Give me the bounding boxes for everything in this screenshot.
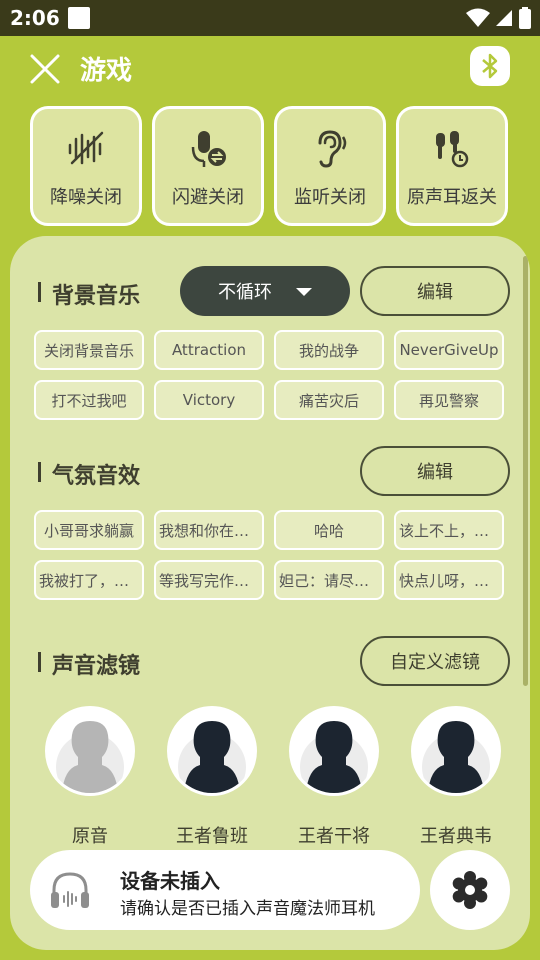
battery-icon (519, 7, 531, 29)
close-icon[interactable] (26, 50, 64, 88)
tile-label: 降噪关闭 (50, 187, 122, 208)
person-silhouette-icon (300, 721, 368, 793)
noise-reduction-tile[interactable]: 降噪关闭 (30, 106, 142, 226)
atmosphere-effect-grid: 小哥哥求躺赢 我想和你在一… 哈哈 该上不上，越… 我被打了，快… 等我写完作业… (34, 510, 506, 600)
bgm-section-title: 背景音乐 (38, 278, 140, 310)
filter-name: 王者典韦 (420, 826, 492, 847)
atmosphere-effect-chip[interactable]: 妲己：请尽情… (274, 560, 384, 600)
monitor-tile[interactable]: 监听关闭 (274, 106, 386, 226)
tile-label: 原声耳返关 (407, 187, 497, 208)
bgm-edit-label: 编辑 (417, 282, 453, 303)
bluetooth-button[interactable] (470, 46, 510, 86)
filter-item[interactable]: 原音 (44, 706, 136, 848)
bluetooth-icon (482, 53, 498, 79)
atmosphere-effect-chip[interactable]: 快点儿呀，我… (394, 560, 504, 600)
person-silhouette-icon (422, 721, 490, 793)
notification-icon (68, 7, 90, 29)
tile-label: 监听关闭 (294, 187, 366, 208)
bgm-track-chip[interactable]: NeverGiveUp (394, 330, 504, 370)
earphone-return-tile[interactable]: 原声耳返关 (396, 106, 508, 226)
atmosphere-edit-button[interactable]: 编辑 (360, 446, 510, 496)
avatar (289, 706, 379, 796)
settings-button[interactable] (430, 850, 510, 930)
main-panel: 背景音乐 不循环 编辑 关闭背景音乐 Attraction 我的战争 Never… (10, 236, 530, 950)
device-status-subtitle: 请确认是否已插入声音魔法师耳机 (120, 899, 375, 919)
chevron-down-icon (296, 288, 312, 296)
earphone-return-icon (436, 131, 469, 168)
bgm-track-chip[interactable]: Attraction (154, 330, 264, 370)
filter-item[interactable]: 王者鲁班 (166, 706, 258, 848)
custom-filter-button[interactable]: 自定义滤镜 (360, 636, 510, 686)
bgm-track-chip[interactable]: 打不过我吧 (34, 380, 144, 420)
filter-name: 王者干将 (298, 826, 370, 847)
status-time: 2:06 (10, 6, 60, 30)
status-bar: 2:06 (0, 0, 540, 36)
avatar (411, 706, 501, 796)
filter-item[interactable]: 王者典韦 (410, 706, 502, 848)
bgm-track-chip[interactable]: 再见警察 (394, 380, 504, 420)
custom-filter-label: 自定义滤镜 (390, 652, 480, 673)
wifi-icon (466, 8, 490, 27)
scrollbar[interactable] (523, 256, 528, 686)
page-title: 游戏 (80, 56, 133, 86)
mic-dodge-icon (191, 131, 226, 167)
bgm-track-chip[interactable]: Victory (154, 380, 264, 420)
person-silhouette-icon (56, 721, 124, 793)
atmosphere-effect-chip[interactable]: 小哥哥求躺赢 (34, 510, 144, 550)
dodge-tile[interactable]: 闪避关闭 (152, 106, 264, 226)
device-status-bar[interactable]: 设备未插入 请确认是否已插入声音魔法师耳机 (30, 850, 420, 930)
filter-list: 原音 王者鲁班 王者干将 王者典韦 (44, 706, 504, 848)
status-icons (466, 6, 532, 30)
avatar (167, 706, 257, 796)
top-bar: 游戏 (0, 36, 540, 100)
filter-name: 王者鲁班 (176, 826, 248, 847)
filters-section-title: 声音滤镜 (38, 648, 140, 680)
bgm-track-chip[interactable]: 痛苦灾后 (274, 380, 384, 420)
device-status-title: 设备未插入 (120, 869, 220, 893)
atmosphere-effect-chip[interactable]: 我被打了，快… (34, 560, 144, 600)
tile-label: 闪避关闭 (172, 187, 244, 208)
gear-icon (452, 871, 488, 909)
loop-mode-value: 不循环 (218, 282, 272, 303)
function-tiles: 降噪关闭 闪避关闭 监听关闭 原声耳返关 (30, 106, 510, 226)
person-silhouette-icon (178, 721, 246, 793)
noise-reduction-off-icon (68, 131, 104, 165)
atmosphere-effect-chip[interactable]: 哈哈 (274, 510, 384, 550)
atmosphere-effect-chip[interactable]: 该上不上，越… (394, 510, 504, 550)
bgm-track-chip[interactable]: 关闭背景音乐 (34, 330, 144, 370)
avatar (45, 706, 135, 796)
atmosphere-edit-label: 编辑 (417, 462, 453, 483)
loop-mode-dropdown[interactable]: 不循环 (180, 266, 350, 316)
atmosphere-section-title: 气氛音效 (38, 458, 140, 490)
bgm-edit-button[interactable]: 编辑 (360, 266, 510, 316)
filter-name: 原音 (72, 826, 108, 847)
bgm-track-chip[interactable]: 我的战争 (274, 330, 384, 370)
signal-icon (496, 10, 512, 26)
bgm-track-grid: 关闭背景音乐 Attraction 我的战争 NeverGiveUp 打不过我吧… (34, 330, 506, 420)
atmosphere-effect-chip[interactable]: 等我写完作业… (154, 560, 264, 600)
atmosphere-effect-chip[interactable]: 我想和你在一… (154, 510, 264, 550)
filter-item[interactable]: 王者干将 (288, 706, 380, 848)
headphones-icon (51, 872, 89, 908)
ear-monitor-icon (318, 130, 347, 168)
